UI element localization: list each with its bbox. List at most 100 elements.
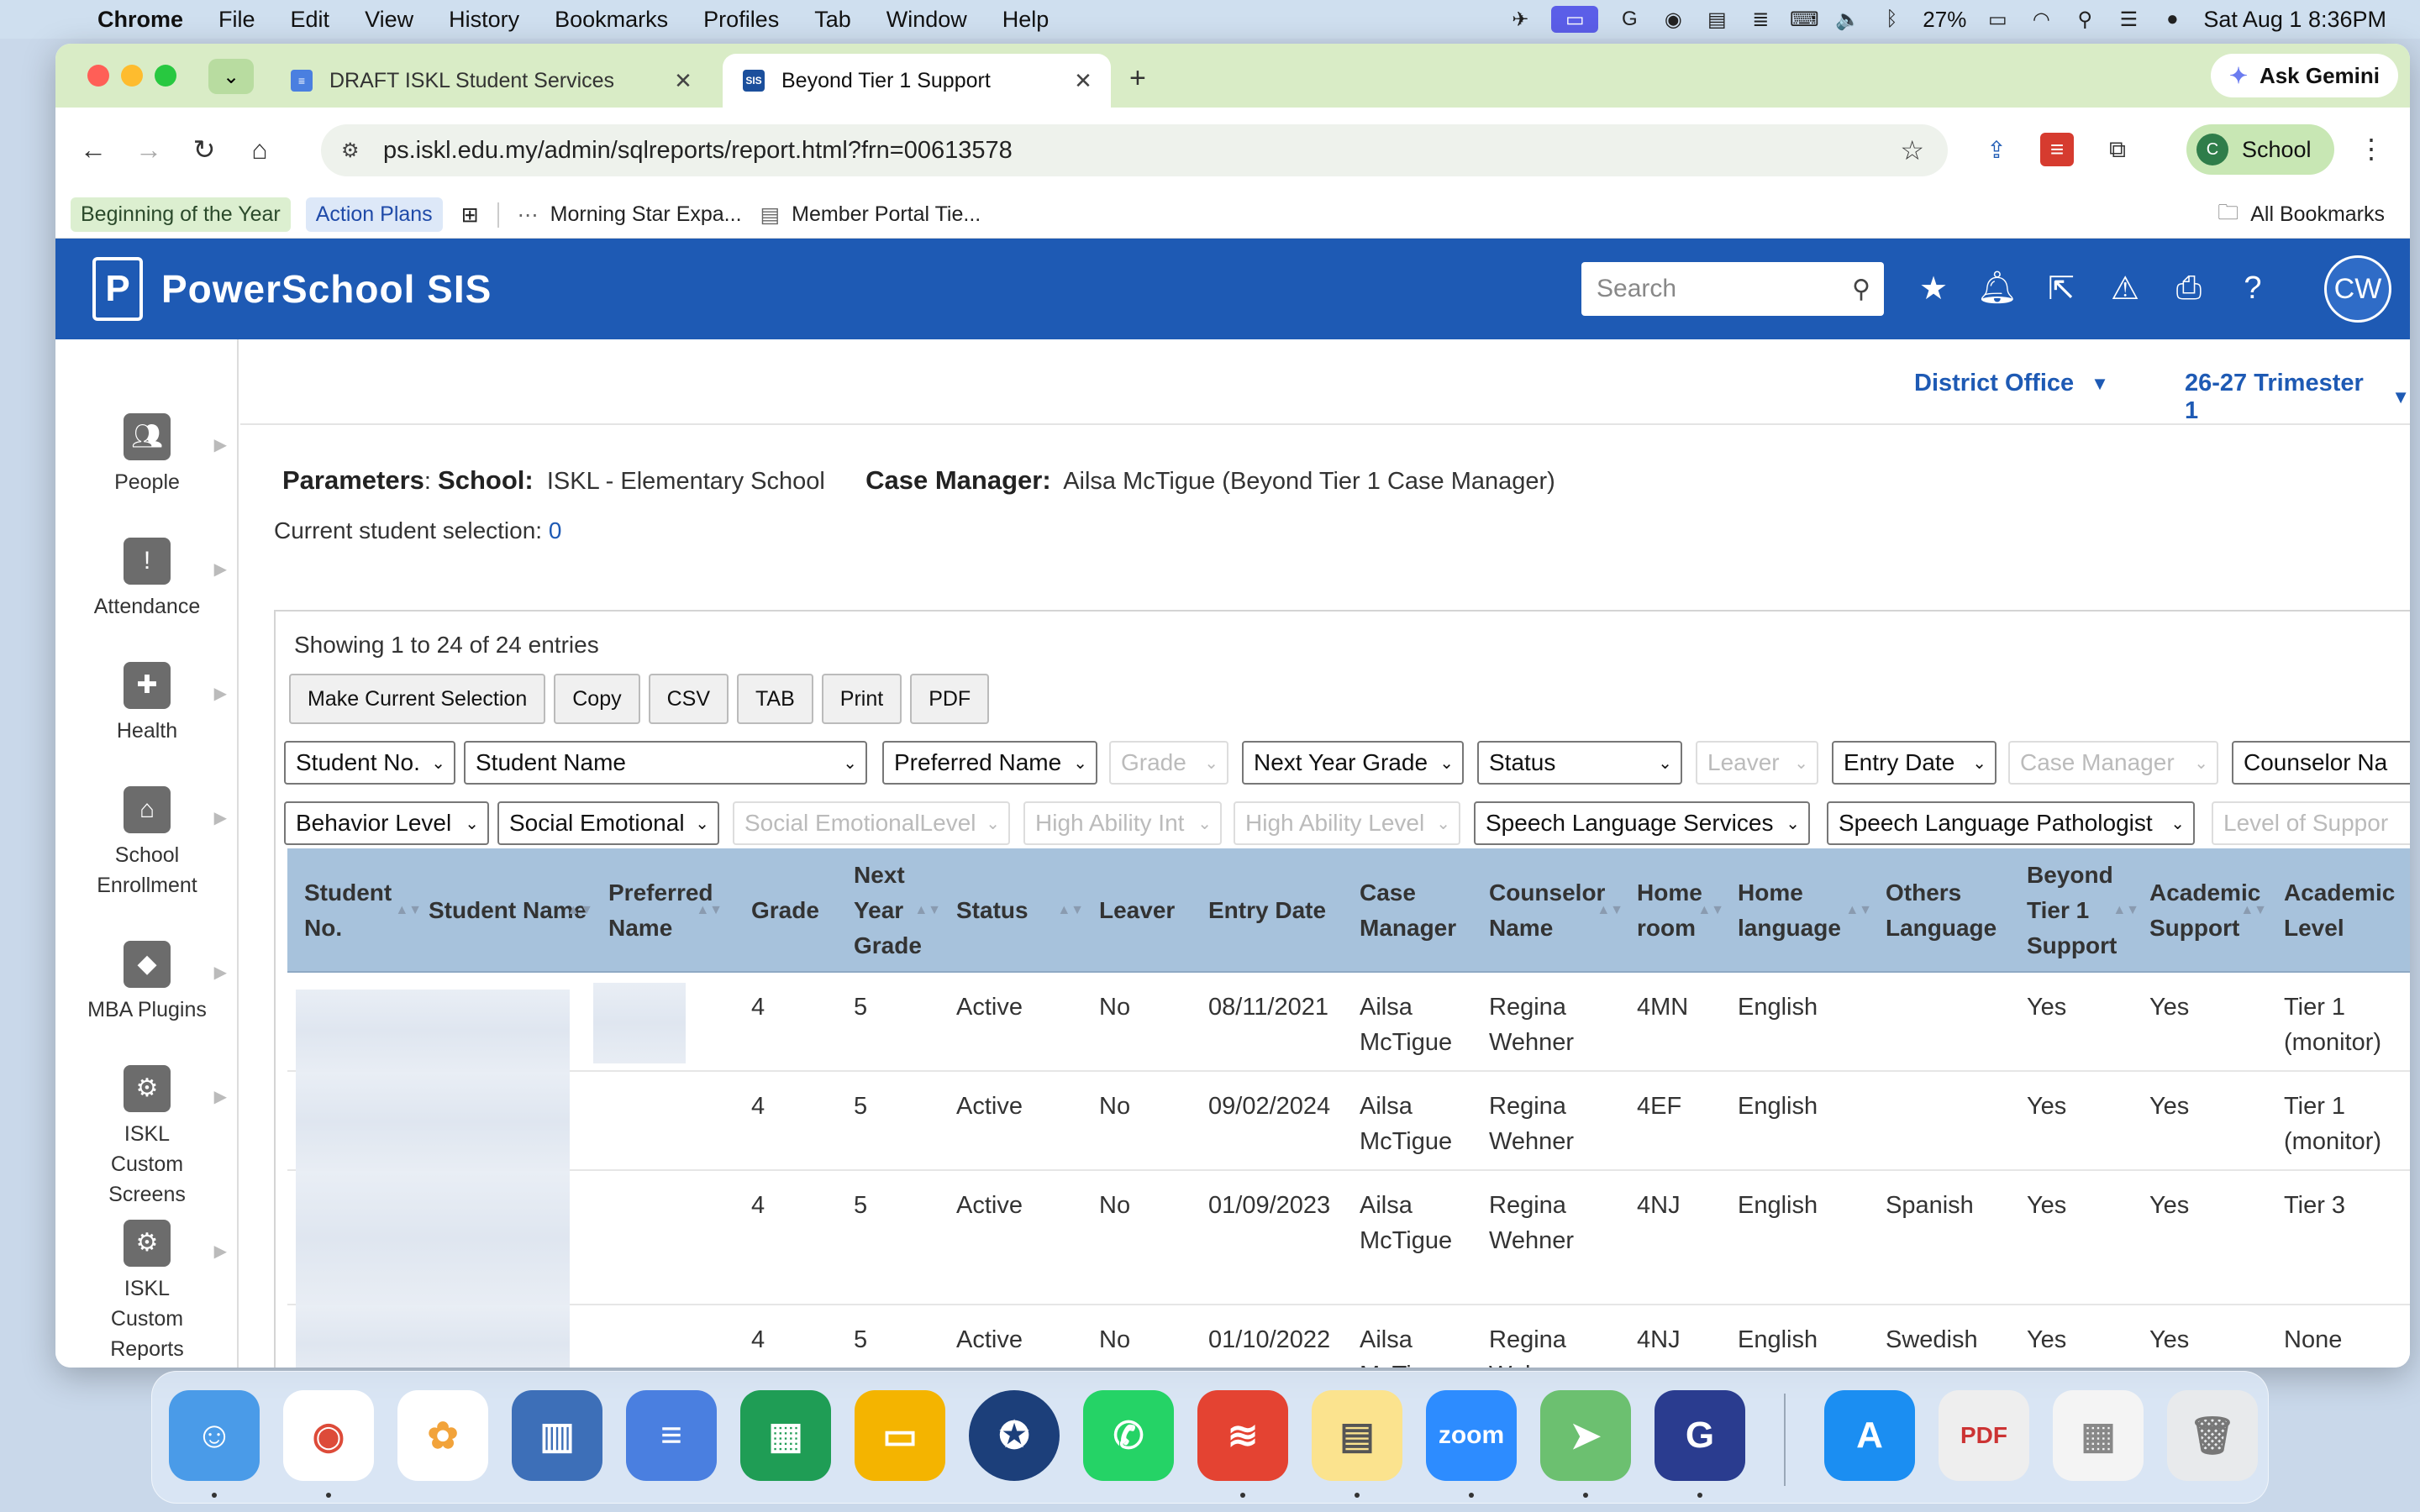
screen-share-icon[interactable]: ▭ bbox=[1551, 6, 1599, 33]
airplane-icon[interactable]: ✈ bbox=[1507, 8, 1533, 31]
home-icon[interactable]: ⌂ bbox=[242, 132, 277, 167]
close-window-button[interactable] bbox=[87, 65, 109, 87]
tab-draft-iskl[interactable]: ≡ DRAFT ISKL Student Services ✕ bbox=[271, 54, 711, 108]
search-icon[interactable]: ⚲ bbox=[1852, 275, 1870, 304]
address-bar[interactable]: ⚙ ps.iskl.edu.my/admin/sqlreports/report… bbox=[321, 124, 1948, 176]
grammarly-app-icon[interactable]: G bbox=[1655, 1390, 1745, 1481]
help-icon[interactable]: ? bbox=[2233, 269, 2272, 307]
stack-icon[interactable]: ≣ bbox=[1748, 8, 1773, 31]
menu-window[interactable]: Window bbox=[886, 7, 967, 33]
col-home-language[interactable]: Home language ▲▼ bbox=[1738, 848, 1872, 973]
extension-upload-icon[interactable]: ⇪ bbox=[1980, 133, 2013, 166]
grammarly-icon[interactable]: G bbox=[1617, 8, 1642, 30]
filter-next-year-grade[interactable]: Next Year Grade ⌄ bbox=[1242, 741, 1464, 785]
col-leaver[interactable]: Leaver bbox=[1099, 848, 1192, 973]
google-sheets-icon[interactable]: ▦ bbox=[740, 1390, 831, 1481]
col-beyond-tier-1-support[interactable]: Beyond Tier 1 Support ▲▼ bbox=[2027, 848, 2139, 973]
close-tab-icon[interactable]: ✕ bbox=[1069, 68, 1097, 94]
ask-gemini-button[interactable]: ✦ Ask Gemini bbox=[2211, 54, 2398, 97]
pdf-button[interactable]: PDF bbox=[910, 674, 990, 724]
ps-search-input[interactable]: Search ⚲ bbox=[1581, 262, 1884, 316]
table-row[interactable]: 4 5 Active No 01/10/2022 Ailsa McTigue R… bbox=[287, 1305, 2410, 1368]
print-icon[interactable]: ⎙ bbox=[2170, 269, 2208, 307]
filter-student-no[interactable]: Student No. ⌄ bbox=[284, 741, 455, 785]
notifications-bell-icon[interactable]: 🔔︎ bbox=[1977, 269, 2018, 307]
favorites-star-icon[interactable]: ★ bbox=[1914, 269, 1953, 307]
screenshot-thumbnail-icon[interactable]: ▦ bbox=[2053, 1390, 2144, 1481]
col-home-room[interactable]: Home room ▲▼ bbox=[1637, 848, 1724, 973]
google-docs-icon[interactable]: ≡ bbox=[626, 1390, 717, 1481]
url-text[interactable]: ps.iskl.edu.my/admin/sqlreports/report.h… bbox=[383, 137, 1013, 165]
google-slides-icon[interactable]: ▭ bbox=[855, 1390, 945, 1481]
bluetooth-icon[interactable]: ᛒ bbox=[1879, 8, 1904, 30]
forward-icon[interactable]: → bbox=[131, 132, 166, 167]
notes-icon[interactable]: ▤ bbox=[1312, 1390, 1402, 1481]
col-next-year-grade[interactable]: Next Year Grade ▲▼ bbox=[854, 848, 941, 973]
apps-grid-icon[interactable]: ⊞ bbox=[461, 202, 479, 228]
copy-button[interactable]: Copy bbox=[554, 674, 640, 724]
col-others-language[interactable]: Others Language bbox=[1886, 848, 2012, 973]
col-case-manager[interactable]: Case Manager bbox=[1360, 848, 1469, 973]
sidebar-item-people[interactable]: 👥︎ ▶ People bbox=[55, 413, 239, 497]
tab-button[interactable]: TAB bbox=[737, 674, 813, 724]
tab-search-dropdown[interactable]: ⌄ bbox=[208, 59, 254, 94]
new-tab-icon[interactable]: + bbox=[1129, 62, 1146, 95]
apple-menu-icon[interactable] bbox=[34, 6, 60, 33]
menu-file[interactable]: File bbox=[218, 7, 255, 33]
app-store-icon[interactable]: A bbox=[1824, 1390, 1915, 1481]
app-title[interactable]: PowerSchool SIS bbox=[161, 266, 492, 312]
col-preferred-name[interactable]: Preferred Name ▲▼ bbox=[608, 848, 723, 973]
spotlight-icon[interactable]: ⚲ bbox=[2072, 8, 2097, 31]
menu-bookmarks[interactable]: Bookmarks bbox=[555, 7, 668, 33]
col-grade[interactable]: Grade bbox=[751, 848, 835, 973]
menu-edit[interactable]: Edit bbox=[291, 7, 330, 33]
sidebar-item-school-enrollment[interactable]: ⌂ ▶ School Enrollment bbox=[55, 786, 239, 900]
zoom-icon[interactable]: zoom bbox=[1426, 1390, 1517, 1481]
profile-button[interactable]: C School bbox=[2186, 124, 2334, 175]
filter-social-emotional[interactable]: Social Emotional ⌄ bbox=[497, 801, 719, 845]
menu-help[interactable]: Help bbox=[1002, 7, 1050, 33]
col-academic-support[interactable]: Academic Support ▲▼ bbox=[2149, 848, 2267, 973]
term-selector[interactable]: 26-27 Trimester 1 ▼ bbox=[2185, 370, 2410, 425]
all-bookmarks-button[interactable]: 🗀 All Bookmarks bbox=[2217, 197, 2385, 233]
siri-icon[interactable]: ● bbox=[2160, 8, 2185, 30]
alert-warning-icon[interactable]: ⚠ bbox=[2106, 269, 2144, 307]
col-entry-date[interactable]: Entry Date bbox=[1208, 848, 1343, 973]
iskl-crest-icon[interactable]: ✪ bbox=[969, 1390, 1060, 1481]
powerschool-logo-icon[interactable]: P bbox=[92, 257, 143, 321]
zoom-window-button[interactable] bbox=[155, 65, 176, 87]
keyboard-icon[interactable]: ⌨ bbox=[1790, 8, 1819, 31]
control-center-icon[interactable]: ☰ bbox=[2116, 8, 2141, 31]
sidebar-item-attendance[interactable]: ! ▶ Attendance bbox=[55, 538, 239, 622]
filter-preferred-name[interactable]: Preferred Name ⌄ bbox=[882, 741, 1097, 785]
bookmark-morning-star[interactable]: ⋯ Morning Star Expa... bbox=[518, 202, 742, 228]
bookmark-member-portal[interactable]: ▤ Member Portal Tie... bbox=[760, 202, 981, 228]
keynote-remote-icon[interactable]: ▥ bbox=[512, 1390, 602, 1481]
menu-profiles[interactable]: Profiles bbox=[703, 7, 779, 33]
table-row[interactable]: 4 5 Active No 01/09/2023 Ailsa McTigue R… bbox=[287, 1171, 2410, 1305]
maps-icon[interactable]: ➤ bbox=[1540, 1390, 1631, 1481]
photos-icon[interactable]: ✿ bbox=[397, 1390, 488, 1481]
bookmark-action-plans[interactable]: Action Plans bbox=[305, 197, 443, 232]
filter-entry-date[interactable]: Entry Date ⌄ bbox=[1832, 741, 1996, 785]
filter-status[interactable]: Status ⌄ bbox=[1477, 741, 1682, 785]
extensions-puzzle-icon[interactable]: ⧉ bbox=[2101, 133, 2134, 166]
minimize-window-button[interactable] bbox=[121, 65, 143, 87]
filter-counselor-name[interactable]: Counselor Na bbox=[2232, 741, 2410, 785]
sidebar-item-mba-plugins[interactable]: ◆ ▶ MBA Plugins bbox=[55, 941, 239, 1025]
volume-icon[interactable]: 🔈 bbox=[1835, 8, 1860, 31]
tab-beyond-tier-1[interactable]: SIS Beyond Tier 1 Support ✕ bbox=[723, 54, 1111, 108]
trash-icon[interactable]: 🗑︎ bbox=[2167, 1390, 2258, 1481]
pdf-document-icon[interactable]: PDF bbox=[1939, 1390, 2029, 1481]
user-avatar[interactable]: CW bbox=[2324, 255, 2391, 323]
make-current-selection-button[interactable]: Make Current Selection bbox=[289, 674, 546, 724]
more-menu-icon[interactable]: ⋮ bbox=[2358, 133, 2385, 165]
wifi-icon[interactable]: ◠ bbox=[2028, 8, 2054, 31]
menu-app-name[interactable]: Chrome bbox=[97, 7, 183, 33]
menu-history[interactable]: History bbox=[449, 7, 519, 33]
battery-icon[interactable]: ▭ bbox=[1985, 8, 2010, 31]
district-selector[interactable]: District Office ▼ bbox=[1914, 370, 2109, 397]
filter-student-name[interactable]: Student Name ⌄ bbox=[464, 741, 867, 785]
close-tab-icon[interactable]: ✕ bbox=[669, 68, 697, 94]
selection-count[interactable]: 0 bbox=[549, 517, 562, 543]
